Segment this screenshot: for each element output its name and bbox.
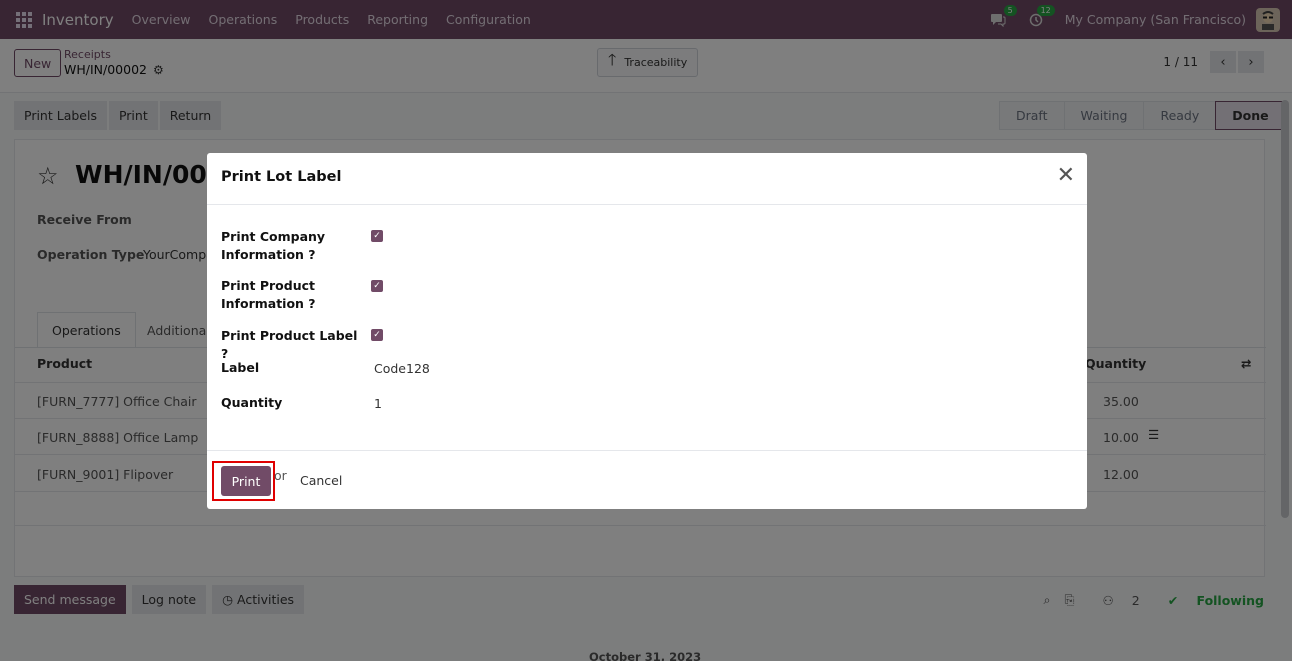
modal-footer: Print or Cancel <box>207 450 1087 509</box>
print-company-info-label: Print Company Information ? <box>221 229 326 262</box>
print-lot-label-dialog: Print Lot Label ✕ Print Company Informat… <box>207 153 1087 509</box>
quantity-input[interactable]: 1 <box>374 396 382 411</box>
label-field-label: Label <box>221 360 260 375</box>
modal-header: Print Lot Label ✕ <box>207 153 1087 205</box>
cancel-button[interactable]: Cancel <box>300 473 342 488</box>
print-product-label-label: Print Product Label ? <box>221 328 358 361</box>
close-icon[interactable]: ✕ <box>1057 165 1075 187</box>
quantity-field-label: Quantity <box>221 395 283 410</box>
modal-print-button[interactable]: Print <box>221 466 271 496</box>
label-select[interactable]: Code128 <box>374 361 430 376</box>
print-product-label-checkbox[interactable]: ✓ <box>371 329 383 341</box>
print-product-info-checkbox[interactable]: ✓ <box>371 280 383 292</box>
modal-title: Print Lot Label <box>221 169 342 185</box>
print-product-info-label: Print Product Information ? <box>221 278 316 311</box>
or-text: or <box>274 468 287 483</box>
print-company-info-checkbox[interactable]: ✓ <box>371 230 383 242</box>
